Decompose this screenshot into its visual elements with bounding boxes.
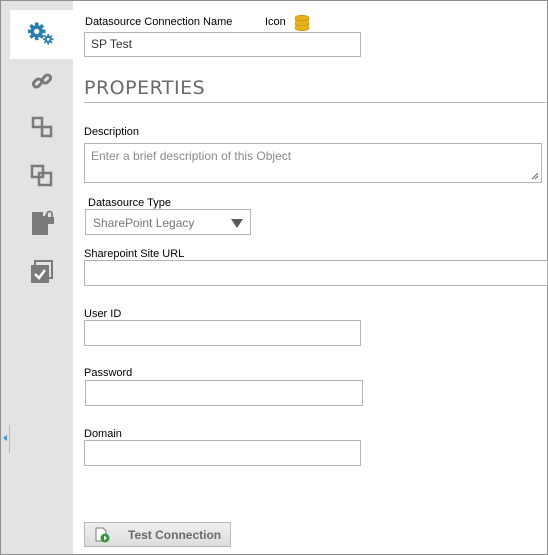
description-textarea[interactable]: Enter a brief description of this Object bbox=[84, 143, 542, 183]
user-id-input[interactable] bbox=[84, 320, 361, 346]
chevron-down-icon bbox=[231, 219, 243, 228]
link-icon bbox=[31, 73, 53, 89]
relationship-icon bbox=[31, 116, 53, 138]
password-input[interactable] bbox=[85, 380, 363, 406]
sidebar-item-locked-document[interactable] bbox=[27, 208, 57, 238]
sidebar bbox=[1, 1, 74, 554]
user-id-label: User ID bbox=[84, 308, 122, 320]
sidebar-item-relationship[interactable] bbox=[27, 112, 57, 142]
sidebar-item-settings[interactable] bbox=[27, 19, 57, 49]
datasource-type-value: SharePoint Legacy bbox=[93, 216, 195, 230]
description-placeholder: Enter a brief description of this Object bbox=[91, 149, 292, 163]
description-label: Description bbox=[84, 126, 140, 138]
datasource-type-select[interactable]: SharePoint Legacy bbox=[85, 209, 251, 235]
sidebar-item-checklist[interactable] bbox=[27, 257, 57, 287]
resize-grip-icon[interactable] bbox=[531, 172, 539, 180]
test-connection-button[interactable]: Test Connection bbox=[84, 522, 231, 547]
domain-input[interactable] bbox=[84, 440, 361, 466]
section-title: PROPERTIES bbox=[84, 77, 206, 99]
test-connection-label: Test Connection bbox=[128, 528, 222, 542]
database-icon[interactable] bbox=[294, 14, 310, 32]
collapse-arrow-icon bbox=[3, 435, 7, 441]
sidebar-item-link[interactable] bbox=[27, 66, 57, 96]
settings-gears-icon bbox=[27, 22, 54, 45]
sidebar-collapse-handle[interactable] bbox=[1, 425, 10, 453]
section-divider bbox=[84, 102, 546, 103]
copy-icon bbox=[30, 164, 53, 187]
checklist-icon bbox=[31, 260, 53, 283]
domain-label: Domain bbox=[84, 428, 122, 440]
sidebar-item-copy[interactable] bbox=[27, 161, 57, 191]
datasource-type-label: Datasource Type bbox=[88, 197, 171, 209]
icon-label: Icon bbox=[265, 16, 286, 28]
site-url-input[interactable] bbox=[84, 260, 548, 286]
password-label: Password bbox=[84, 367, 133, 379]
name-label: Datasource Connection Name bbox=[85, 16, 233, 28]
datasource-name-input[interactable]: SP Test bbox=[84, 32, 361, 57]
test-connection-icon bbox=[95, 527, 110, 543]
locked-document-icon bbox=[32, 210, 54, 235]
site-url-label: Sharepoint Site URL bbox=[84, 248, 185, 260]
